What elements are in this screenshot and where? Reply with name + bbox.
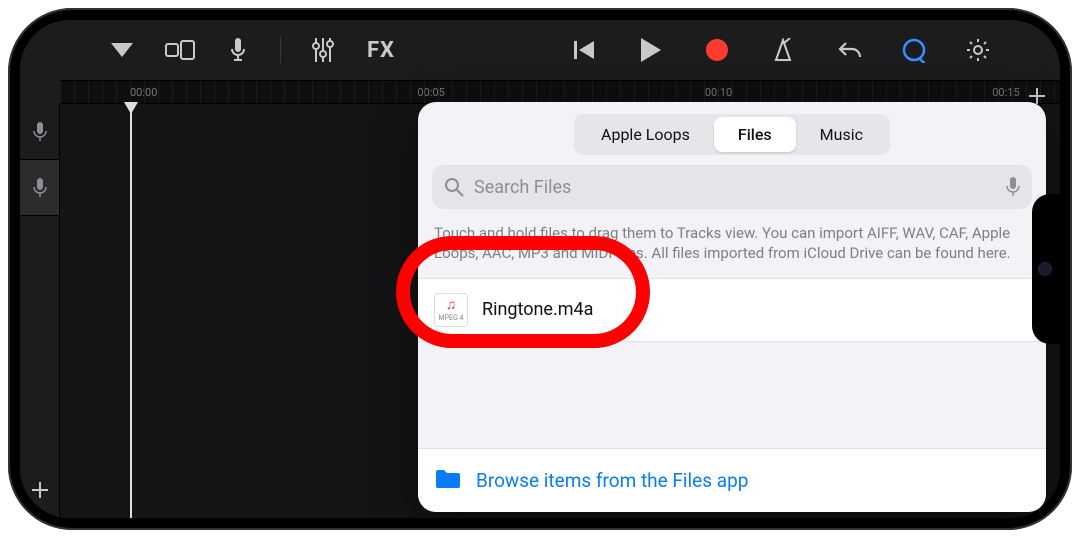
- mixer-button[interactable]: [301, 28, 345, 72]
- microphone-icon: [230, 38, 246, 62]
- file-thumbnail: ♫ MPEG 4: [434, 293, 468, 327]
- transport-group: [563, 28, 805, 72]
- browse-files-row[interactable]: Browse items from the Files app: [418, 448, 1046, 512]
- microphone-icon: [33, 122, 47, 142]
- playhead[interactable]: [130, 104, 132, 518]
- settings-button[interactable]: [956, 28, 1000, 72]
- notch: [1032, 194, 1060, 344]
- loop-browser-button[interactable]: [892, 28, 936, 72]
- search-field[interactable]: [432, 165, 1032, 209]
- music-note-icon: ♫: [446, 298, 457, 312]
- source-segmented-control: Apple Loops Files Music: [574, 114, 890, 155]
- microphone-icon: [33, 178, 47, 198]
- track-header[interactable]: [20, 104, 59, 160]
- metronome-button[interactable]: [761, 28, 805, 72]
- ruler-mark: 00:15: [992, 86, 1019, 99]
- metronome-icon: [772, 38, 794, 62]
- ruler-mark: 00:05: [417, 86, 444, 99]
- plus-icon: [30, 480, 50, 500]
- file-name: Ringtone.m4a: [482, 299, 593, 320]
- search-icon: [444, 177, 464, 197]
- home-indicator[interactable]: [465, 505, 615, 510]
- screen: FX: [20, 20, 1060, 518]
- play-button[interactable]: [629, 28, 673, 72]
- ruler-mark: 00:00: [130, 86, 157, 99]
- import-hint-text: Touch and hold files to drag them to Tra…: [418, 219, 1046, 278]
- record-icon: [706, 39, 728, 61]
- browse-files-label: Browse items from the Files app: [476, 469, 748, 492]
- rewind-button[interactable]: [563, 28, 607, 72]
- track-view-button[interactable]: [158, 28, 202, 72]
- toolbar-left-group: FX: [100, 28, 403, 72]
- timeline-ruler[interactable]: 00:00 00:05 00:10 00:15: [60, 80, 1060, 104]
- segmented-control-wrap: Apple Loops Files Music: [418, 102, 1046, 165]
- top-toolbar: FX: [20, 20, 1060, 80]
- record-button[interactable]: [695, 28, 739, 72]
- folder-icon: [434, 468, 462, 494]
- phone-frame: FX: [8, 8, 1072, 530]
- undo-icon: [838, 39, 862, 61]
- view-menu-button[interactable]: [100, 28, 144, 72]
- loop-icon: [901, 37, 927, 63]
- file-badge: MPEG 4: [439, 314, 464, 322]
- track-headers: [20, 104, 60, 518]
- play-icon: [641, 38, 661, 62]
- toolbar-divider: [280, 37, 281, 63]
- fx-button[interactable]: FX: [359, 28, 403, 72]
- mic-button[interactable]: [216, 28, 260, 72]
- track-view-icon: [165, 40, 195, 60]
- ruler-mark: 00:10: [705, 86, 732, 99]
- sliders-icon: [312, 38, 334, 62]
- toolbar-right-group: [828, 28, 1000, 72]
- seg-music[interactable]: Music: [796, 117, 887, 152]
- file-list: ♫ MPEG 4 Ringtone.m4a: [418, 278, 1046, 342]
- chevron-down-icon: [111, 43, 133, 57]
- loop-browser-popover: Apple Loops Files Music Touch and hold f…: [418, 102, 1046, 512]
- track-header-selected[interactable]: [20, 160, 59, 216]
- seg-files[interactable]: Files: [714, 117, 796, 152]
- add-track-button[interactable]: [20, 462, 59, 518]
- fx-label: FX: [367, 38, 395, 63]
- dictation-icon[interactable]: [1006, 177, 1020, 197]
- search-input[interactable]: [474, 177, 996, 198]
- seg-apple-loops[interactable]: Apple Loops: [577, 117, 714, 152]
- gear-icon: [965, 37, 991, 63]
- file-row[interactable]: ♫ MPEG 4 Ringtone.m4a: [418, 279, 1046, 341]
- rewind-icon: [574, 39, 596, 61]
- undo-button[interactable]: [828, 28, 872, 72]
